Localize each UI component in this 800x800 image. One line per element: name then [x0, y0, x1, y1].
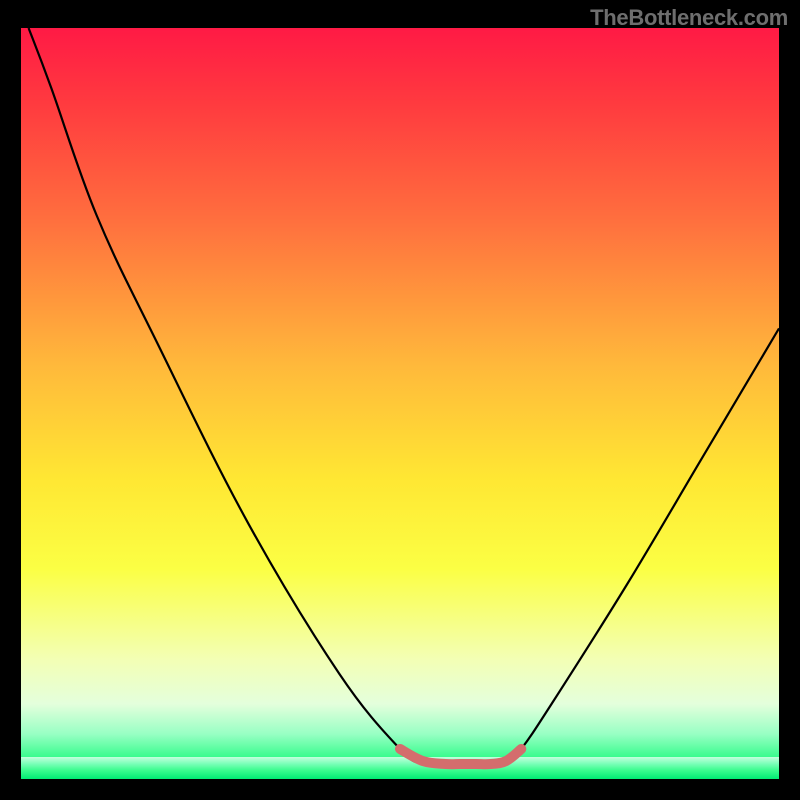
curve-svg [21, 28, 779, 779]
chart-container: TheBottleneck.com [0, 0, 800, 800]
plot-area [21, 28, 779, 779]
bottleneck-curve [29, 28, 779, 767]
attribution-label: TheBottleneck.com [590, 5, 788, 31]
optimal-zone-overlay [400, 749, 521, 764]
